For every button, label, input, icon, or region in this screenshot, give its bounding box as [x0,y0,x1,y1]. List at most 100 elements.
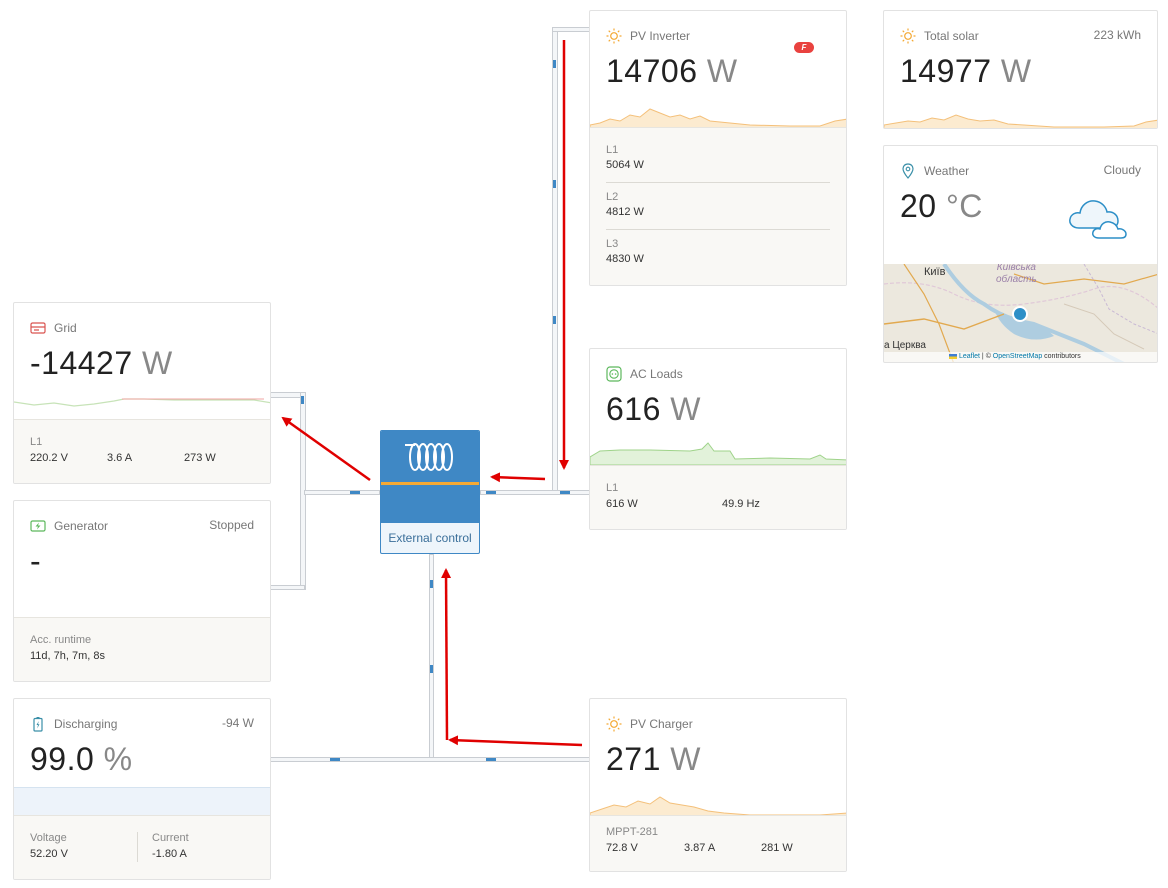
pv-charger-power: 271 W [606,741,701,778]
sun-icon [900,28,916,44]
flow-dot [486,491,496,494]
flow-dot [430,665,433,673]
battery-soc-value: 99.0 [30,741,95,777]
sun-icon [606,716,622,732]
grid-phase-power: 273 W [184,452,216,464]
total-solar-card[interactable]: Total solar 223 kWh 14977 W [883,10,1158,129]
pv-charger-power-value: 271 [606,741,661,777]
phase-l3-value: 4830 W [606,253,644,265]
total-solar-title: Total solar [924,29,979,43]
total-solar-power-unit: W [1000,53,1032,89]
generator-power: - [30,543,42,579]
ac-loads-power: 616 W [606,391,701,428]
line-pv-inverter [552,27,558,493]
weather-card[interactable]: Weather Cloudy 20 °C Київ Київська облас… [883,145,1158,363]
pv-inverter-card[interactable]: PV Inverter F 14706 W L1 5064 W L2 4812 … [589,10,847,286]
grid-phase-label: L1 [30,436,43,448]
map-town-label: а Церква [884,340,926,351]
battery-title: Discharging [54,717,118,731]
map-pin-icon [900,163,916,179]
inverter-hub[interactable]: External control [380,430,480,554]
pv-inverter-power-value: 14706 [606,53,698,89]
leaflet-link[interactable]: Leaflet [959,353,980,360]
generator-runtime-value: 11d, 7h, 7m, 8s [30,650,106,662]
grid-card[interactable]: Grid -14427 W L1 220.2 V 3.6 A 273 W [13,302,271,484]
grid-sparkline [14,398,270,407]
weather-temperature-value: 20 [900,188,937,224]
weather-condition: Cloudy [1103,163,1141,177]
osm-link[interactable]: OpenStreetMap [993,353,1042,360]
grid-current: 3.6 A [107,452,133,464]
ac-loads-sparkline [590,442,846,465]
phase-l2-label: L2 [606,191,619,203]
arrow-charger-left [448,735,583,747]
pv-charger-phase-power: 281 W [761,842,793,854]
battery-card[interactable]: Discharging -94 W 99.0 % Voltage 52.20 V… [13,698,271,880]
pv-charger-sparkline [590,796,846,817]
ac-loads-card[interactable]: AC Loads 616 W L1 616 W 49.9 Hz [589,348,847,530]
weather-temperature: 20 °C [900,188,983,225]
pv-charger-card[interactable]: PV Charger 271 W MPPT-281 72.8 V 3.87 A … [589,698,847,872]
ac-loads-phase-power: 616 W [606,498,638,510]
flow-dot [350,491,360,494]
pv-charger-voltage: 72.8 V [606,842,638,854]
battery-current-label: Current [152,832,189,844]
sun-icon [606,28,622,44]
pv-inverter-power-unit: W [706,53,738,89]
line-generator [270,585,305,590]
pv-charger-power-unit: W [670,741,701,777]
battery-soc: 99.0 % [30,741,133,778]
phase-l1-value: 5064 W [606,159,644,171]
flow-dot [430,580,433,588]
pv-inverter-sparkline [590,108,846,129]
ac-loads-power-unit: W [670,391,701,427]
map-city-label: Київ [924,266,946,278]
flow-dot [486,758,496,761]
divider [606,182,830,183]
generator-icon [30,518,46,534]
cloud-icon [1067,194,1135,247]
battery-voltage-value: 52.20 V [30,848,68,860]
generator-card[interactable]: Generator Stopped - Acc. runtime 11d, 7h… [13,500,271,682]
line-hub-right [480,490,590,495]
weather-title: Weather [924,164,970,178]
pv-charger-current: 3.87 A [684,842,716,854]
ac-loads-phase-label: L1 [606,482,619,494]
flow-dot [553,60,556,68]
total-solar-power: 14977 W [900,53,1032,90]
line-pv-inverter-top [552,27,590,32]
ukraine-flag-icon [949,353,957,359]
pv-inverter-power: 14706 W [606,53,738,90]
grid-power: -14427 W [30,345,173,382]
generator-runtime-label: Acc. runtime [30,634,92,646]
weather-map[interactable]: Київ Київська область а Церква Leaflet |… [884,264,1157,362]
phase-l2-value: 4812 W [606,206,644,218]
arrow-to-grid [281,416,371,482]
divider [606,229,830,230]
map-attribution: Leaflet | © OpenStreetMap contributors [949,353,1081,360]
grid-icon [30,320,46,336]
phase-l3-label: L3 [606,238,619,250]
generator-status: Stopped [209,518,254,532]
battery-current-value: -1.80 A [152,848,187,860]
line-hub-left [304,490,380,495]
pv-inverter-title: PV Inverter [630,29,691,43]
grid-voltage: 220.2 V [30,452,68,464]
total-solar-power-value: 14977 [900,53,992,89]
attribution-separator: | © [979,353,993,360]
weather-temperature-unit: °C [945,188,983,224]
battery-voltage-label: Voltage [30,832,67,844]
grid-power-value: -14427 [30,345,133,381]
flow-dot [553,316,556,324]
grid-title: Grid [54,321,77,335]
phase-l1-label: L1 [606,144,619,156]
arrow-to-hub [490,472,546,483]
battery-power: -94 W [221,716,254,730]
hub-mode-label: External control [388,531,472,545]
total-solar-sparkline [884,114,1157,128]
line-battery-charger [270,757,590,762]
ac-loads-frequency: 49.9 Hz [722,498,760,510]
outlet-icon [606,366,622,382]
arrow-charger-up [441,568,452,741]
flow-dot [330,758,340,761]
